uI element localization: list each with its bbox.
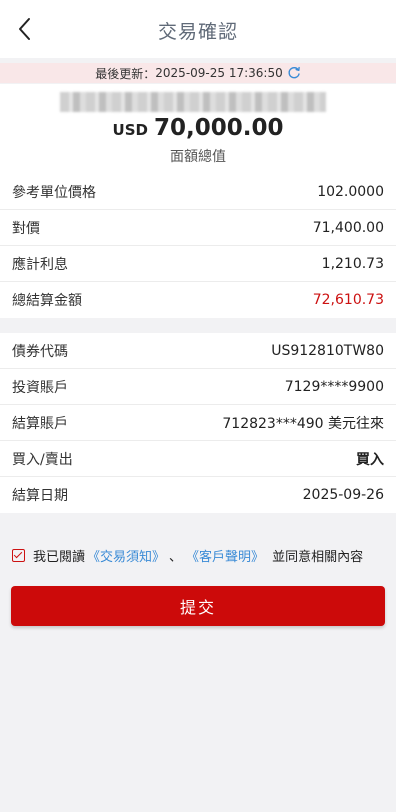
row-settlement-date: 結算日期 2025-09-26 [0,477,396,513]
row-label: 結算賬戶 [12,415,68,432]
row-value: 買入 [356,451,384,468]
row-value: 71,400.00 [312,219,384,236]
face-value-amount: 70,000.00 [153,115,284,141]
agreement-prefix: 我已閱讀 [33,549,86,565]
account-section: 債券代碼 US912810TW80 投資賬戶 7129****9900 結算賬戶… [0,333,396,513]
row-value: 712823***490 美元往來 [222,415,384,432]
row-value: 2025-09-26 [302,487,384,503]
face-value-label: 面額總值 [170,149,226,165]
row-label: 參考單位價格 [12,184,96,201]
row-bond-code: 債券代碼 US912810TW80 [0,333,396,369]
agreement-checkbox[interactable] [12,548,25,562]
last-update-label: 最後更新： [95,66,156,81]
row-total-settlement: 總結算金額 72,610.73 [0,282,396,318]
row-label: 債券代碼 [12,343,68,360]
row-label: 投資賬戶 [12,379,68,396]
row-accrued-interest: 應計利息 1,210.73 [0,246,396,282]
agreement-separator: 、 [169,549,183,565]
row-label: 買入/賣出 [12,451,73,468]
masked-bond-name [60,92,326,112]
client-declaration-link[interactable]: 《客戶聲明》 [186,546,264,565]
row-value: 102.0000 [317,183,384,200]
currency-code: USD [112,121,148,139]
row-value: US912810TW80 [271,342,384,359]
row-investment-account: 投資賬戶 7129****9900 [0,369,396,405]
last-update-timestamp: 2025-09-25 17:36:50 [155,66,283,80]
submit-button[interactable]: 提交 [11,586,385,626]
page-title: 交易確認 [157,21,238,43]
row-buy-sell: 買入/賣出 買入 [0,441,396,477]
row-reference-price: 參考單位價格 102.0000 [0,174,396,210]
row-value: 72,610.73 [312,292,384,308]
trade-summary: USD 70,000.00 面額總值 [0,84,396,174]
row-settlement-account: 結算賬戶 712823***490 美元往來 [0,405,396,441]
refresh-icon[interactable] [287,66,301,80]
row-label: 總結算金額 [12,293,82,309]
amount-line: USD 70,000.00 [0,115,396,141]
row-consideration: 對價 71,400.00 [0,210,396,246]
trading-notice-link[interactable]: 《交易須知》 [87,546,165,565]
last-update-bar: 最後更新： 2025-09-25 17:36:50 [0,63,396,83]
row-label: 應計利息 [12,256,68,273]
agreement-row: 我已閱讀 《交易須知》 、 《客戶聲明》 並同意相關內容 [12,545,392,565]
row-value: 1,210.73 [321,255,384,272]
row-label: 結算日期 [12,488,68,504]
price-section: 參考單位價格 102.0000 對價 71,400.00 應計利息 1,210.… [0,174,396,318]
agreement-suffix: 並同意相關內容 [272,549,364,565]
row-value: 7129****9900 [284,378,384,395]
header-bar: 交易確認 [0,0,396,58]
row-label: 對價 [12,220,40,237]
